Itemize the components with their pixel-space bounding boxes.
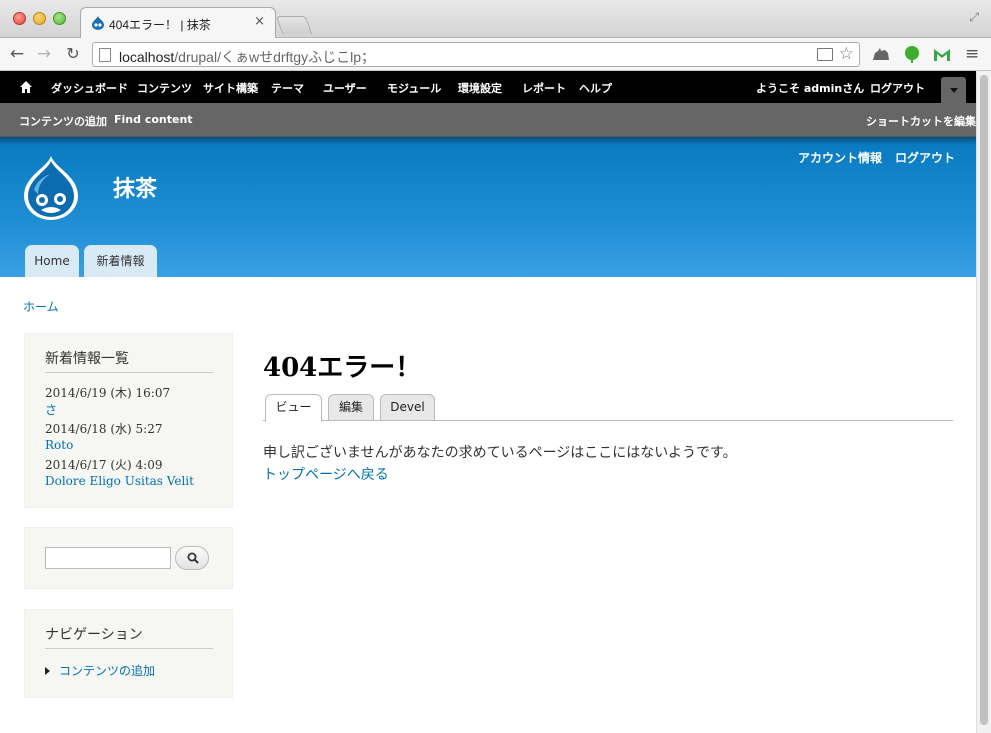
bullet-arrow-icon: [45, 667, 50, 675]
main-menu-news[interactable]: 新着情報: [84, 245, 157, 277]
admin-menu-help[interactable]: ヘルプ: [579, 80, 612, 96]
navigation-block: ナビゲーション コンテンツの追加: [24, 609, 233, 698]
page-title: 404エラー！: [263, 353, 422, 383]
address-bar[interactable]: localhost/drupal/くぁwせdrftgyふじこlp； ☆: [92, 42, 860, 67]
site-name[interactable]: 抹茶: [113, 171, 157, 203]
nav-add-content-link[interactable]: コンテンツの追加: [59, 662, 155, 679]
back-to-home-link[interactable]: トップページへ戻る: [263, 464, 389, 484]
browser-tab-strip: 404エラー！ | 抹茶 × ⤢: [0, 0, 991, 39]
tab-edit[interactable]: 編集: [328, 394, 374, 420]
bookmark-star-icon[interactable]: ☆: [839, 44, 854, 64]
home-icon[interactable]: [19, 80, 33, 94]
shortcut-toggle-button[interactable]: [941, 77, 966, 103]
recent-link[interactable]: Roto: [45, 438, 73, 452]
zoom-window-button[interactable]: [53, 12, 66, 25]
edit-shortcuts-link[interactable]: ショートカットを編集: [866, 113, 976, 129]
tabs-divider: [263, 420, 953, 421]
tab-close-icon[interactable]: ×: [254, 14, 265, 29]
url-host: localhost: [119, 49, 175, 65]
recent-date: 2014/6/18 (水) 5:27: [45, 422, 163, 436]
extension-gmail-icon[interactable]: [932, 45, 952, 65]
admin-menu-dashboard[interactable]: ダッシュボード: [51, 80, 128, 96]
main-menu-home[interactable]: Home: [25, 245, 79, 277]
admin-menu-configuration[interactable]: 環境設定: [458, 80, 502, 96]
admin-toolbar: ダッシュボード コンテンツ サイト構築 テーマ ユーザー モジュール 環境設定 …: [0, 71, 976, 103]
block-divider: [45, 648, 213, 649]
address-bar-text[interactable]: localhost/drupal/くぁwせdrftgyふじこlp；: [119, 47, 375, 67]
browser-toolbar: ← → ↻ localhost/drupal/くぁwせdrftgyふじこlp； …: [0, 38, 991, 71]
block-title: 新着情報一覧: [45, 351, 129, 367]
recent-link[interactable]: Dolore Eligo Usitas Velit: [45, 474, 194, 488]
search-icon: [187, 552, 199, 564]
extension-evernote-icon[interactable]: [902, 45, 922, 65]
search-button[interactable]: [175, 546, 209, 570]
search-input[interactable]: [45, 547, 171, 569]
tab-devel[interactable]: Devel: [380, 394, 435, 420]
search-block: [24, 527, 233, 589]
browser-tab-active[interactable]: 404エラー！ | 抹茶 ×: [80, 7, 276, 39]
admin-menu-reports[interactable]: レポート: [522, 80, 566, 96]
browser-menu-icon[interactable]: ≡: [965, 44, 979, 64]
page-icon: [99, 48, 111, 62]
block-title: ナビゲーション: [45, 627, 143, 643]
admin-menu-content[interactable]: コンテンツ: [137, 80, 192, 96]
shortcut-add-content[interactable]: コンテンツの追加: [19, 113, 107, 129]
minimize-window-button[interactable]: [33, 12, 46, 25]
fullscreen-icon[interactable]: ⤢: [969, 10, 979, 25]
admin-greeting[interactable]: ようこそ adminさん: [756, 80, 864, 96]
recent-content-block: 新着情報一覧 2014/6/19 (木) 16:07 さ 2014/6/18 (…: [24, 333, 233, 508]
url-path: /drupal/くぁwせdrftgyふじこlp；: [174, 49, 375, 65]
block-divider: [45, 372, 213, 373]
close-window-button[interactable]: [13, 12, 26, 25]
logout-link[interactable]: ログアウト: [895, 149, 955, 166]
extension-rhino-icon[interactable]: [871, 45, 891, 65]
forward-button[interactable]: →: [33, 43, 55, 65]
page-scrollbar[interactable]: [976, 71, 991, 733]
back-button[interactable]: ←: [6, 43, 28, 65]
shortcut-bar: コンテンツの追加 Find content ショートカットを編集: [0, 103, 976, 137]
drupal-favicon-icon: [92, 16, 104, 30]
browser-tab-title: 404エラー！ | 抹茶: [109, 18, 211, 32]
site-header: 抹茶 アカウント情報 ログアウト Home 新着情報: [0, 137, 976, 277]
breadcrumb-home[interactable]: ホーム: [23, 298, 59, 315]
chevron-down-icon: [950, 88, 958, 93]
reload-button[interactable]: ↻: [62, 43, 84, 65]
recent-date: 2014/6/19 (木) 16:07: [45, 386, 171, 400]
recent-date: 2014/6/17 (火) 4:09: [45, 458, 163, 472]
admin-menu-appearance[interactable]: テーマ: [271, 80, 304, 96]
scrollbar-thumb[interactable]: [980, 75, 988, 725]
reader-mode-icon[interactable]: [817, 48, 833, 61]
admin-logout-link[interactable]: ログアウト: [870, 80, 925, 96]
drupal-logo[interactable]: [20, 154, 82, 222]
admin-menu-structure[interactable]: サイト構築: [203, 80, 258, 96]
error-message: 申し訳ございませんがあなたの求めているページはここにはないようです。: [263, 445, 737, 461]
admin-menu-people[interactable]: ユーザー: [323, 80, 367, 96]
shortcut-find-content[interactable]: Find content: [114, 113, 193, 126]
recent-link[interactable]: さ: [45, 401, 57, 418]
admin-menu-modules[interactable]: モジュール: [387, 80, 441, 96]
new-tab-button[interactable]: [275, 16, 313, 34]
tab-view[interactable]: ビュー: [265, 394, 322, 422]
account-link[interactable]: アカウント情報: [798, 149, 882, 166]
